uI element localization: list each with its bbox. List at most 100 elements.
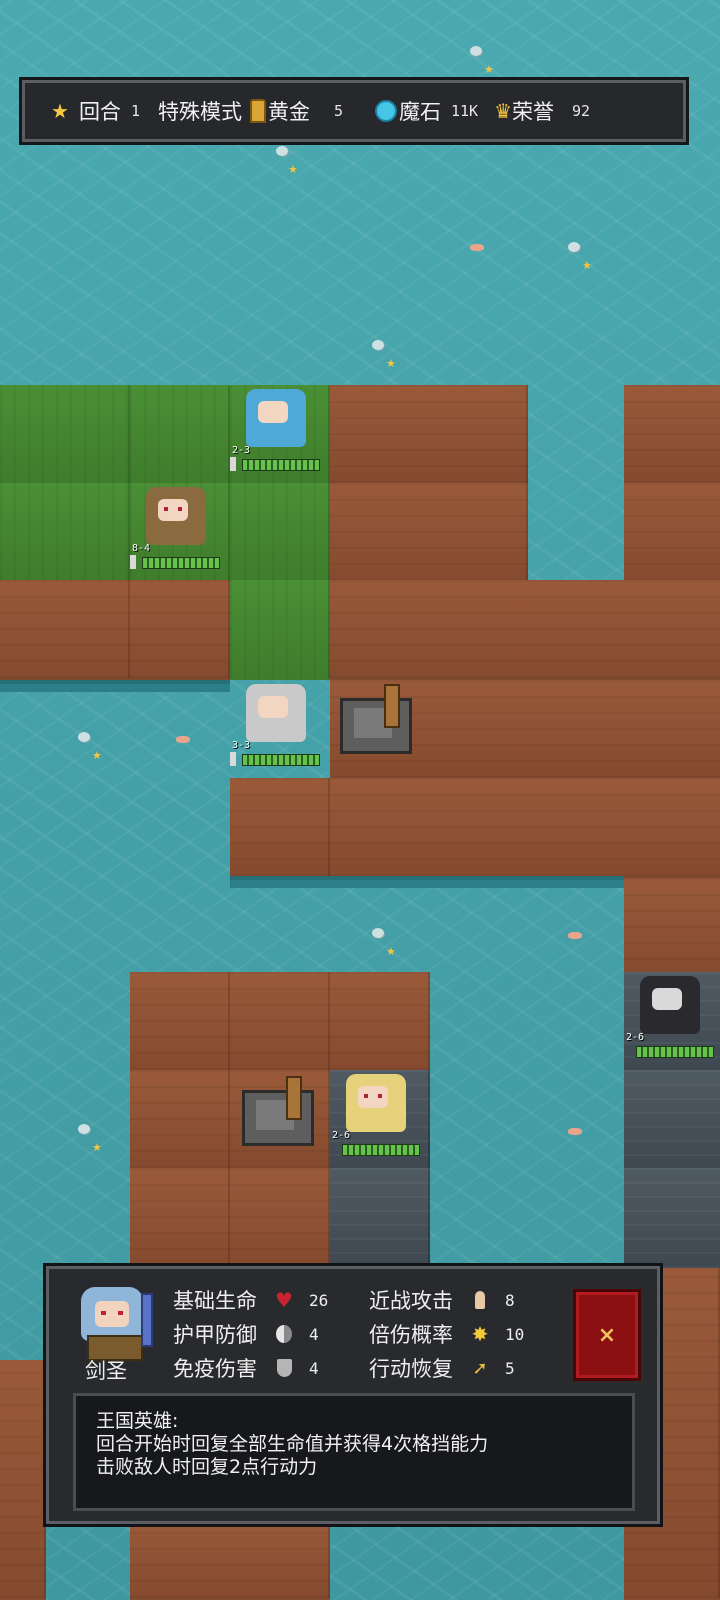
dirt-tile[interactable] bbox=[130, 1520, 330, 1600]
resource-bar: ★ 回合 1 特殊模式 黄金 5 魔石 11K ♛ 荣誉 92 bbox=[22, 80, 686, 142]
stat-label: 免疫伤害 bbox=[173, 1357, 257, 1381]
stat-label: 倍伤概率 bbox=[369, 1323, 453, 1347]
hero-portrait bbox=[71, 1279, 155, 1361]
grass-tile[interactable] bbox=[230, 483, 330, 583]
heart-icon: ♥ bbox=[275, 1288, 293, 1312]
dirt-tile[interactable] bbox=[330, 778, 430, 878]
dirt-tile[interactable] bbox=[330, 483, 430, 583]
stone-tile[interactable] bbox=[330, 1168, 430, 1268]
dirt-tile[interactable] bbox=[130, 1070, 230, 1170]
stat-label: 行动恢复 bbox=[369, 1357, 453, 1381]
round-value: 1 bbox=[130, 102, 140, 120]
bubble-icon bbox=[568, 242, 580, 252]
star-sparkle-icon: ★ bbox=[386, 945, 396, 958]
dirt-tile[interactable] bbox=[428, 483, 528, 583]
dirt-tile[interactable] bbox=[428, 778, 528, 878]
close-button[interactable]: × bbox=[573, 1289, 641, 1381]
hero-unit-queen[interactable]: 2-3 bbox=[228, 383, 324, 479]
boot-icon: ➚ bbox=[472, 1357, 488, 1379]
stat-label: 基础生命 bbox=[173, 1289, 257, 1313]
stone-tile[interactable] bbox=[624, 1168, 720, 1268]
grass-tile[interactable] bbox=[130, 385, 230, 485]
star-sparkle-icon: ★ bbox=[92, 749, 102, 762]
bubble-icon bbox=[78, 1124, 90, 1134]
description-line: 回合开始时回复全部生命值并获得4次格挡能力 bbox=[96, 1433, 489, 1455]
unit-eyes bbox=[164, 507, 182, 511]
bubble-icon bbox=[78, 732, 90, 742]
dirt-tile[interactable] bbox=[130, 580, 230, 680]
stone-altar[interactable] bbox=[334, 684, 414, 762]
dirt-tile[interactable] bbox=[230, 778, 330, 878]
dirt-tile[interactable] bbox=[624, 580, 720, 680]
stat-value: 4 bbox=[309, 1358, 319, 1378]
stat-value: 10 bbox=[505, 1324, 525, 1344]
stone-tile[interactable] bbox=[624, 1070, 720, 1170]
dirt-tile[interactable] bbox=[428, 385, 528, 485]
enemy-unit-pirate[interactable]: 2-6 bbox=[622, 970, 718, 1066]
dirt-tile[interactable] bbox=[428, 580, 528, 680]
dirt-tile[interactable] bbox=[624, 778, 720, 878]
dirt-tile[interactable] bbox=[428, 680, 528, 780]
dirt-tile[interactable] bbox=[230, 972, 330, 1072]
unit-face bbox=[652, 988, 682, 1010]
dirt-tile[interactable] bbox=[330, 972, 430, 1072]
unit-hp-bar bbox=[142, 557, 220, 569]
dirt-tile[interactable] bbox=[0, 580, 130, 680]
armor-icon bbox=[273, 1325, 295, 1343]
star-sparkle-icon: ★ bbox=[484, 63, 494, 76]
hero-unit-swordmaster[interactable]: 8-4 bbox=[128, 481, 224, 577]
dirt-tile[interactable] bbox=[624, 680, 720, 780]
dirt-tile[interactable] bbox=[0, 1360, 46, 1600]
grass-tile[interactable] bbox=[230, 580, 330, 680]
hero-unit-vampire[interactable]: 2-6 bbox=[328, 1068, 424, 1164]
dirt-tile[interactable] bbox=[526, 680, 626, 780]
fish-icon bbox=[176, 736, 190, 743]
hero-unit-knight[interactable]: 3-3 bbox=[228, 678, 324, 774]
unit-hp-bar bbox=[342, 1144, 420, 1156]
gold-bar-icon bbox=[249, 99, 266, 123]
stat-armor: 护甲防御 4 bbox=[173, 1319, 319, 1349]
sword-icon bbox=[230, 457, 236, 471]
shield-icon bbox=[273, 1359, 295, 1377]
grass-tile[interactable] bbox=[0, 483, 130, 583]
unit-level: 8-4 bbox=[132, 543, 151, 554]
dirt-tile[interactable] bbox=[330, 385, 430, 485]
stat-value: 5 bbox=[505, 1358, 515, 1378]
mode-label: 特殊模式 bbox=[157, 100, 242, 124]
dirt-tile[interactable] bbox=[130, 1168, 230, 1268]
stat-value: 26 bbox=[309, 1290, 329, 1310]
bubble-icon bbox=[372, 928, 384, 938]
gold-label: 黄金 bbox=[267, 100, 310, 124]
mana-stone-icon bbox=[375, 100, 397, 122]
mana-label: 魔石 bbox=[399, 100, 441, 124]
unit-hp-bar bbox=[242, 754, 320, 766]
mana-value: 11K bbox=[451, 102, 479, 120]
stone-altar[interactable] bbox=[236, 1076, 316, 1154]
dirt-tile[interactable] bbox=[230, 1168, 330, 1268]
bubble-icon bbox=[276, 146, 288, 156]
honor-label: 荣誉 bbox=[512, 100, 555, 124]
stat-label: 近战攻击 bbox=[369, 1289, 453, 1313]
unit-level: 2-6 bbox=[626, 1032, 645, 1043]
unit-hp-bar bbox=[636, 1046, 714, 1058]
fist-icon bbox=[469, 1291, 491, 1309]
water-ledge bbox=[230, 876, 624, 888]
crown-icon: ♛ bbox=[494, 99, 513, 123]
bubble-icon bbox=[372, 340, 384, 350]
dirt-tile[interactable] bbox=[624, 385, 720, 485]
dirt-tile[interactable] bbox=[526, 580, 626, 680]
gold-value: 5 bbox=[333, 102, 343, 120]
unit-face bbox=[258, 696, 288, 718]
portrait-eyes bbox=[101, 1311, 123, 1315]
unit-level: 3-3 bbox=[232, 740, 251, 751]
dirt-tile[interactable] bbox=[526, 778, 626, 878]
dirt-tile[interactable] bbox=[624, 878, 720, 978]
dirt-tile[interactable] bbox=[624, 483, 720, 583]
dirt-tile[interactable] bbox=[130, 972, 230, 1072]
grass-tile[interactable] bbox=[0, 385, 130, 485]
burst-icon: ✸ bbox=[471, 1322, 489, 1346]
description-title: 王国英雄: bbox=[96, 1410, 179, 1432]
stat-label: 护甲防御 bbox=[173, 1323, 257, 1347]
dirt-tile[interactable] bbox=[330, 580, 430, 680]
star-sparkle-icon: ★ bbox=[288, 163, 298, 176]
